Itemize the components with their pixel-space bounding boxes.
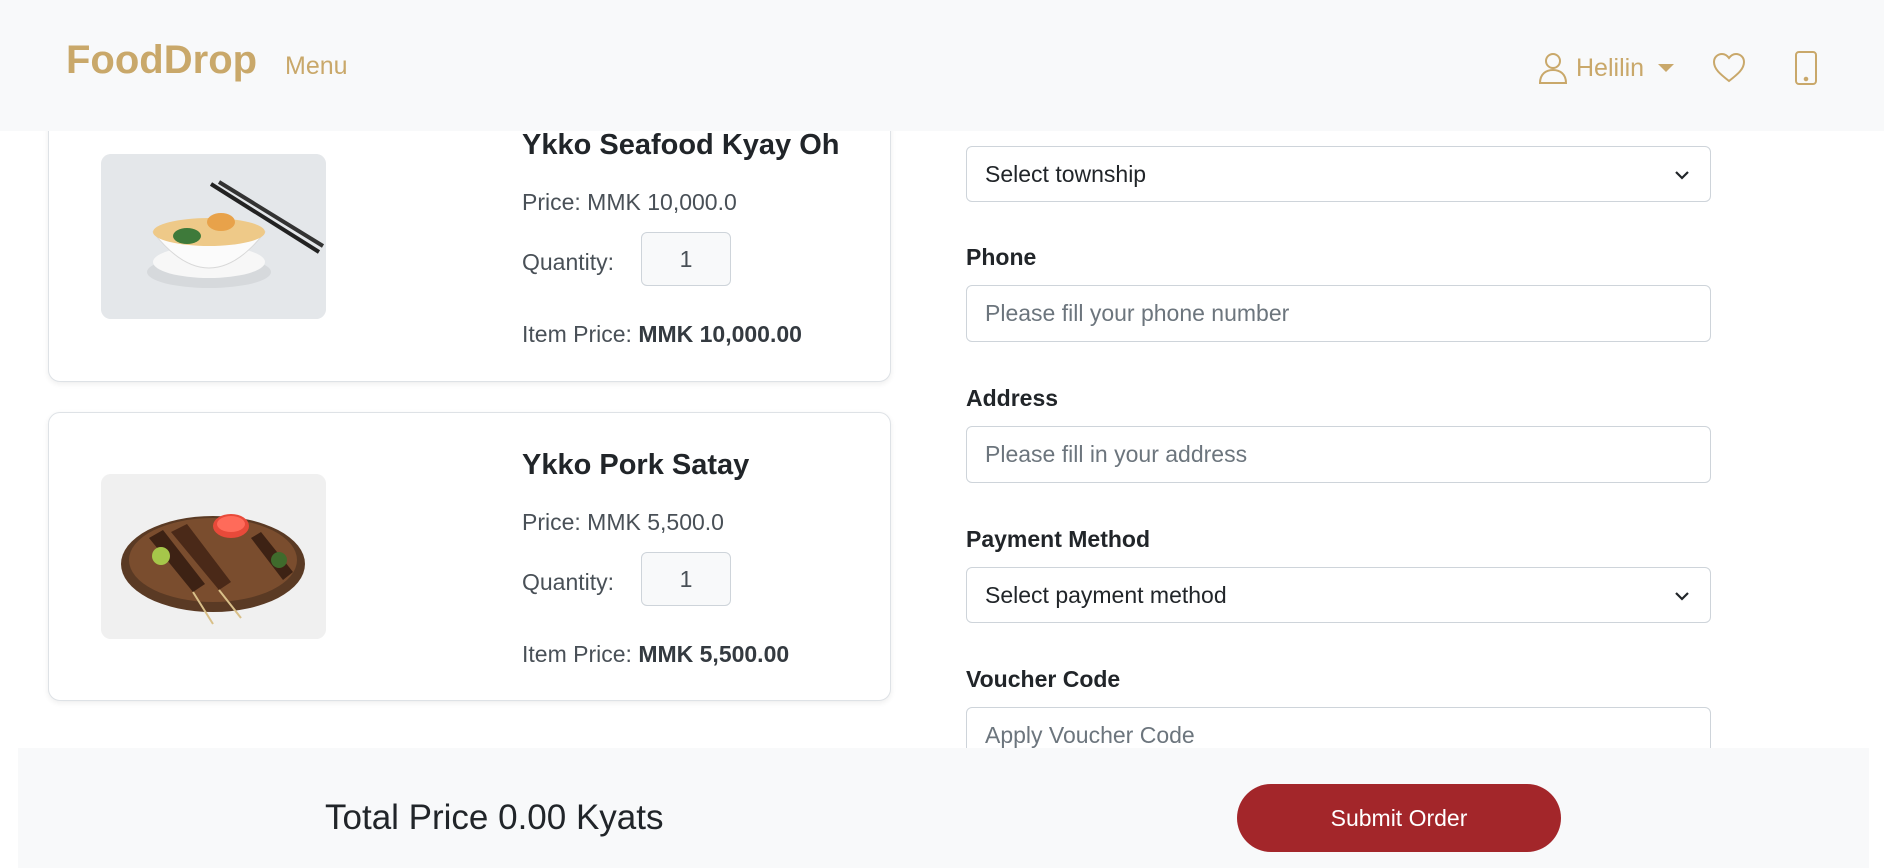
- phone-placeholder: Please fill your phone number: [985, 300, 1290, 326]
- phone-input[interactable]: Please fill your phone number: [966, 285, 1711, 342]
- township-select[interactable]: Select township: [966, 146, 1711, 202]
- top-navbar: FoodDrop Menu Helilin: [0, 0, 1884, 131]
- item-total-price: Item Price: MMK 10,000.00: [522, 321, 802, 348]
- voucher-placeholder: Apply Voucher Code: [985, 722, 1195, 748]
- cart-item-card: Ykko Pork Satay Price: MMK 5,500.0 Quant…: [48, 412, 891, 701]
- payment-select-value: Select payment method: [985, 581, 1227, 608]
- item-price-value: MMK 10,000.00: [638, 321, 802, 347]
- user-dropdown[interactable]: Helilin: [1538, 52, 1675, 84]
- user-icon: [1538, 53, 1568, 84]
- food-image-pork-satay: [101, 474, 326, 639]
- food-image-seafood-kyay-oh: [101, 154, 326, 319]
- payment-method-label: Payment Method: [966, 526, 1151, 552]
- item-name: Ykko Seafood Kyay Oh: [522, 129, 840, 161]
- payment-method-select[interactable]: Select payment method: [966, 567, 1711, 623]
- quantity-label: Quantity:: [522, 249, 615, 275]
- submit-order-button[interactable]: Submit Order: [1237, 784, 1561, 852]
- order-footer-bar: Total Price 0.00 Kyats Submit Order: [18, 748, 1869, 868]
- item-total-price: Item Price: MMK 5,500.00: [522, 641, 789, 668]
- quantity-input[interactable]: [641, 552, 731, 606]
- chevron-down-icon: [1675, 171, 1689, 180]
- nav-menu-link[interactable]: Menu: [285, 52, 348, 81]
- township-select-value: Select township: [985, 160, 1147, 187]
- user-name: Helilin: [1576, 53, 1645, 82]
- phone-label: Phone: [966, 244, 1037, 270]
- address-placeholder: Please fill in your address: [985, 441, 1248, 467]
- address-input[interactable]: Please fill in your address: [966, 426, 1711, 483]
- address-label: Address: [966, 385, 1059, 411]
- item-unit-price: Price: MMK 10,000.0: [522, 189, 737, 215]
- voucher-code-label: Voucher Code: [966, 666, 1121, 692]
- item-price-value: MMK 5,500.00: [638, 641, 790, 667]
- item-price-label: Item Price:: [522, 321, 632, 347]
- phone-icon[interactable]: [1794, 50, 1818, 86]
- heart-icon[interactable]: [1712, 52, 1746, 84]
- chevron-down-icon: [1675, 592, 1689, 601]
- brand-logo[interactable]: FoodDrop: [66, 38, 257, 83]
- item-name: Ykko Pork Satay: [522, 449, 750, 481]
- caret-down-icon: [1658, 64, 1675, 72]
- quantity-input[interactable]: [641, 232, 731, 286]
- quantity-label: Quantity:: [522, 569, 615, 595]
- cart-item-card: Ykko Seafood Kyay Oh Price: MMK 10,000.0…: [48, 100, 891, 382]
- total-price: Total Price 0.00 Kyats: [325, 798, 664, 837]
- item-unit-price: Price: MMK 5,500.0: [522, 509, 724, 535]
- item-price-label: Item Price:: [522, 641, 632, 667]
